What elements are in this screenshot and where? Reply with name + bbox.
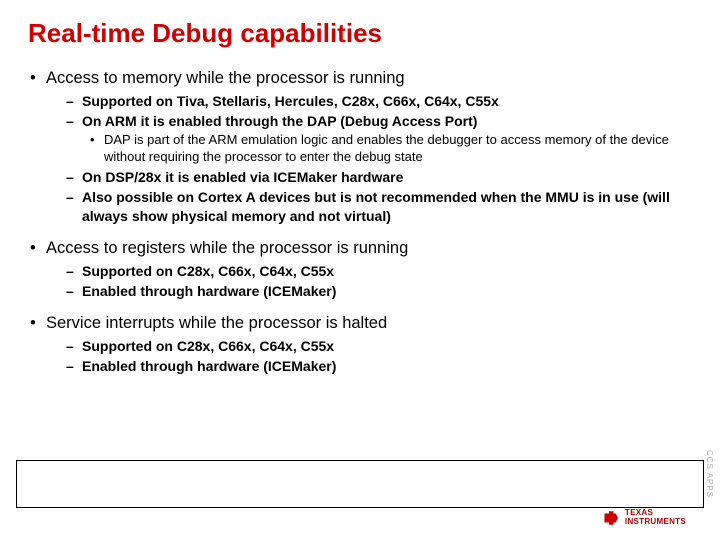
list-item: Supported on Tiva, Stellaris, Hercules, … bbox=[28, 92, 692, 110]
list-item: Enabled through hardware (ICEMaker) bbox=[28, 282, 692, 300]
list-item: Access to memory while the processor is … bbox=[28, 69, 692, 225]
list-item: Supported on C28x, C66x, C64x, C55x bbox=[28, 337, 692, 355]
bullet-level-2: Supported on C28x, C66x, C64x, C55x bbox=[28, 337, 692, 355]
slide-title: Real-time Debug capabilities bbox=[28, 18, 692, 49]
ti-logo: TEXAS INSTRUMENTS bbox=[603, 509, 686, 526]
bullet-level-1: Access to memory while the processor is … bbox=[28, 69, 692, 88]
footer: TEXAS INSTRUMENTS bbox=[0, 504, 720, 532]
bullet-level-2: Supported on Tiva, Stellaris, Hercules, … bbox=[28, 92, 692, 110]
sublist: Supported on C28x, C66x, C64x, C55x Enab… bbox=[28, 262, 692, 300]
ti-logo-line2: INSTRUMENTS bbox=[625, 518, 686, 526]
bullet-level-2: On ARM it is enabled through the DAP (De… bbox=[28, 112, 692, 130]
bullet-level-1: Service interrupts while the processor i… bbox=[28, 314, 692, 333]
list-item: Also possible on Cortex A devices but is… bbox=[28, 188, 692, 224]
slide: Real-time Debug capabilities Access to m… bbox=[0, 0, 720, 540]
ti-chip-icon bbox=[603, 510, 621, 526]
side-label: CCS APPS bbox=[705, 450, 714, 498]
list-item: Supported on C28x, C66x, C64x, C55x bbox=[28, 262, 692, 280]
list-item: DAP is part of the ARM emulation logic a… bbox=[28, 132, 692, 166]
sublist: Supported on C28x, C66x, C64x, C55x Enab… bbox=[28, 337, 692, 375]
bullet-level-2: Enabled through hardware (ICEMaker) bbox=[28, 357, 692, 375]
list-item: On DSP/28x it is enabled via ICEMaker ha… bbox=[28, 168, 692, 186]
bullet-level-2: On DSP/28x it is enabled via ICEMaker ha… bbox=[28, 168, 692, 186]
list-item: Enabled through hardware (ICEMaker) bbox=[28, 357, 692, 375]
bullet-list: Access to memory while the processor is … bbox=[28, 69, 692, 375]
sublist: Supported on Tiva, Stellaris, Hercules, … bbox=[28, 92, 692, 225]
bullet-level-2: Also possible on Cortex A devices but is… bbox=[28, 188, 692, 224]
bullet-level-2: Enabled through hardware (ICEMaker) bbox=[28, 282, 692, 300]
ti-logo-text: TEXAS INSTRUMENTS bbox=[625, 509, 686, 526]
bullet-level-2: Supported on C28x, C66x, C64x, C55x bbox=[28, 262, 692, 280]
list-item: Access to registers while the processor … bbox=[28, 239, 692, 300]
highlight-frame bbox=[16, 460, 704, 508]
bullet-level-3: DAP is part of the ARM emulation logic a… bbox=[28, 132, 692, 166]
subsublist: DAP is part of the ARM emulation logic a… bbox=[28, 132, 692, 166]
list-item: Service interrupts while the processor i… bbox=[28, 314, 692, 375]
bullet-level-1: Access to registers while the processor … bbox=[28, 239, 692, 258]
list-item: On ARM it is enabled through the DAP (De… bbox=[28, 112, 692, 166]
